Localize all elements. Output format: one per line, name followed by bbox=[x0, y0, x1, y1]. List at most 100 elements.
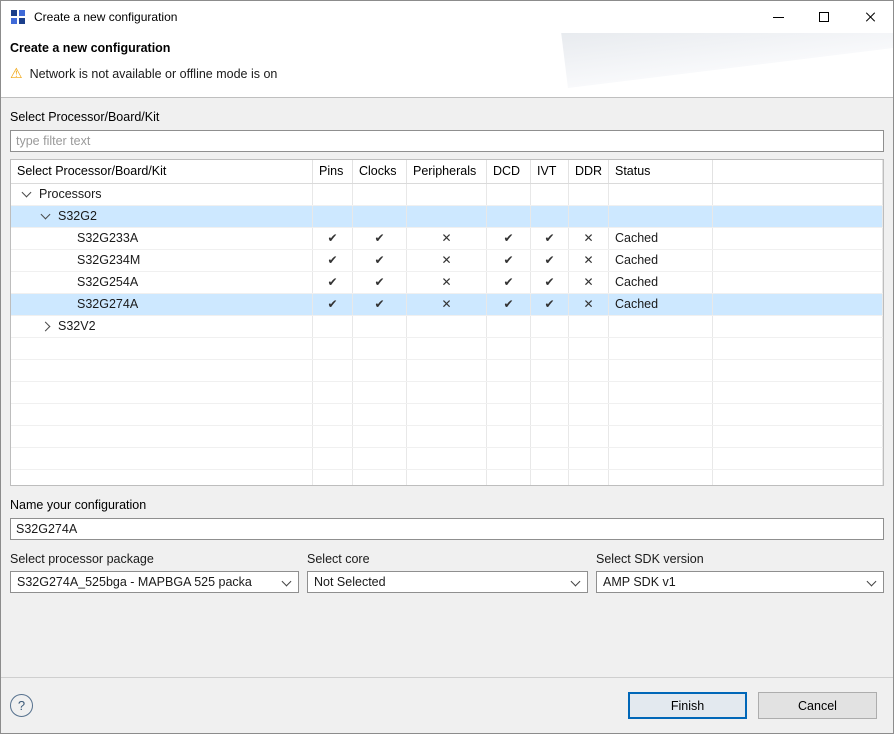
close-button[interactable] bbox=[847, 1, 893, 33]
finish-button[interactable]: Finish bbox=[628, 692, 747, 719]
ivt-cell bbox=[531, 206, 569, 227]
close-icon bbox=[864, 11, 876, 23]
ddr-cell bbox=[569, 184, 609, 205]
empty-cell bbox=[407, 448, 487, 469]
empty-cell bbox=[487, 470, 531, 486]
empty-cell bbox=[353, 338, 407, 359]
chevron-down-icon bbox=[282, 577, 292, 587]
empty-cell bbox=[407, 382, 487, 403]
check-icon: ✔ bbox=[353, 272, 407, 293]
pins-cell bbox=[313, 316, 353, 337]
column-header-name[interactable]: Select Processor/Board/Kit bbox=[11, 160, 313, 183]
check-icon: ✔ bbox=[487, 228, 531, 249]
processor-package-select[interactable]: S32G274A_525bga - MAPBGA 525 packa bbox=[10, 571, 299, 593]
help-button[interactable]: ? bbox=[10, 694, 33, 717]
column-header-ddr[interactable]: DDR bbox=[569, 160, 609, 183]
empty-cell bbox=[11, 448, 313, 469]
warning-message: Network is not available or offline mode… bbox=[10, 66, 893, 81]
sdk-version-select[interactable]: AMP SDK v1 bbox=[596, 571, 884, 593]
column-header-peripherals[interactable]: Peripherals bbox=[407, 160, 487, 183]
cancel-button[interactable]: Cancel bbox=[758, 692, 877, 719]
empty-cell bbox=[569, 426, 609, 447]
check-icon: ✔ bbox=[313, 272, 353, 293]
clocks-cell bbox=[353, 316, 407, 337]
processor-package-value: S32G274A_525bga - MAPBGA 525 packa bbox=[17, 575, 252, 589]
tree-node-cell: S32G274A bbox=[11, 294, 313, 315]
column-header-pins[interactable]: Pins bbox=[313, 160, 353, 183]
status-cell bbox=[609, 184, 713, 205]
empty-cell bbox=[609, 426, 713, 447]
core-label: Select core bbox=[307, 552, 588, 566]
empty-cell bbox=[407, 404, 487, 425]
empty-cell bbox=[353, 470, 407, 486]
table-row[interactable]: S32V2 bbox=[11, 316, 883, 338]
empty-cell bbox=[609, 338, 713, 359]
empty-cell bbox=[313, 470, 353, 486]
check-icon: ✔ bbox=[487, 272, 531, 293]
empty-cell bbox=[353, 404, 407, 425]
column-header-dcd[interactable]: DCD bbox=[487, 160, 531, 183]
empty-cell bbox=[11, 382, 313, 403]
empty-cell bbox=[569, 404, 609, 425]
empty-cell bbox=[353, 382, 407, 403]
empty-cell bbox=[531, 382, 569, 403]
empty-cell bbox=[487, 338, 531, 359]
table-row[interactable]: S32G234M✔✔✕✔✔✕Cached bbox=[11, 250, 883, 272]
table-row[interactable]: S32G274A✔✔✕✔✔✕Cached bbox=[11, 294, 883, 316]
check-icon: ✔ bbox=[313, 294, 353, 315]
selects-row: S32G274A_525bga - MAPBGA 525 packa Not S… bbox=[10, 571, 884, 593]
empty-cell bbox=[531, 426, 569, 447]
column-header-ivt[interactable]: IVT bbox=[531, 160, 569, 183]
filler-cell bbox=[713, 250, 883, 271]
filler-cell bbox=[713, 272, 883, 293]
table-row[interactable]: S32G2 bbox=[11, 206, 883, 228]
cross-icon: ✕ bbox=[569, 250, 609, 271]
empty-cell bbox=[11, 470, 313, 486]
empty-cell bbox=[609, 470, 713, 486]
select-labels-row: Select processor package Select core Sel… bbox=[10, 552, 884, 566]
clocks-cell bbox=[353, 184, 407, 205]
table-row[interactable]: S32G233A✔✔✕✔✔✕Cached bbox=[11, 228, 883, 250]
empty-cell bbox=[609, 360, 713, 381]
cross-icon: ✕ bbox=[407, 294, 487, 315]
table-row[interactable]: Processors bbox=[11, 184, 883, 206]
empty-cell bbox=[487, 426, 531, 447]
tree-node-cell: S32G234M bbox=[11, 250, 313, 271]
empty-cell bbox=[487, 360, 531, 381]
tree-node-label: S32G233A bbox=[77, 228, 138, 249]
maximize-button[interactable] bbox=[801, 1, 847, 33]
check-icon: ✔ bbox=[531, 272, 569, 293]
app-icon bbox=[10, 9, 26, 25]
cross-icon: ✕ bbox=[569, 228, 609, 249]
empty-cell bbox=[531, 404, 569, 425]
tree-node-label: S32V2 bbox=[58, 316, 96, 337]
dcd-cell bbox=[487, 184, 531, 205]
empty-cell bbox=[313, 338, 353, 359]
collapse-icon[interactable] bbox=[41, 210, 51, 220]
filter-input[interactable] bbox=[10, 130, 884, 152]
pins-cell bbox=[313, 184, 353, 205]
empty-cell bbox=[713, 360, 883, 381]
collapse-icon[interactable] bbox=[22, 188, 32, 198]
column-header-status[interactable]: Status bbox=[609, 160, 713, 183]
maximize-icon bbox=[819, 12, 829, 22]
status-cell: Cached bbox=[609, 250, 713, 271]
table-body: ProcessorsS32G2S32G233A✔✔✕✔✔✕CachedS32G2… bbox=[11, 184, 883, 486]
expand-icon[interactable] bbox=[41, 322, 51, 332]
check-icon: ✔ bbox=[531, 228, 569, 249]
column-header-clocks[interactable]: Clocks bbox=[353, 160, 407, 183]
check-icon: ✔ bbox=[531, 250, 569, 271]
empty-cell bbox=[609, 448, 713, 469]
empty-cell bbox=[313, 382, 353, 403]
dcd-cell bbox=[487, 206, 531, 227]
minimize-button[interactable] bbox=[755, 1, 801, 33]
core-value: Not Selected bbox=[314, 575, 386, 589]
cross-icon: ✕ bbox=[569, 294, 609, 315]
table-row[interactable]: S32G254A✔✔✕✔✔✕Cached bbox=[11, 272, 883, 294]
configuration-name-input[interactable] bbox=[10, 518, 884, 540]
empty-cell bbox=[487, 404, 531, 425]
core-select[interactable]: Not Selected bbox=[307, 571, 588, 593]
empty-cell bbox=[487, 382, 531, 403]
table-row-empty bbox=[11, 404, 883, 426]
tree-node-label: S32G254A bbox=[77, 272, 138, 293]
